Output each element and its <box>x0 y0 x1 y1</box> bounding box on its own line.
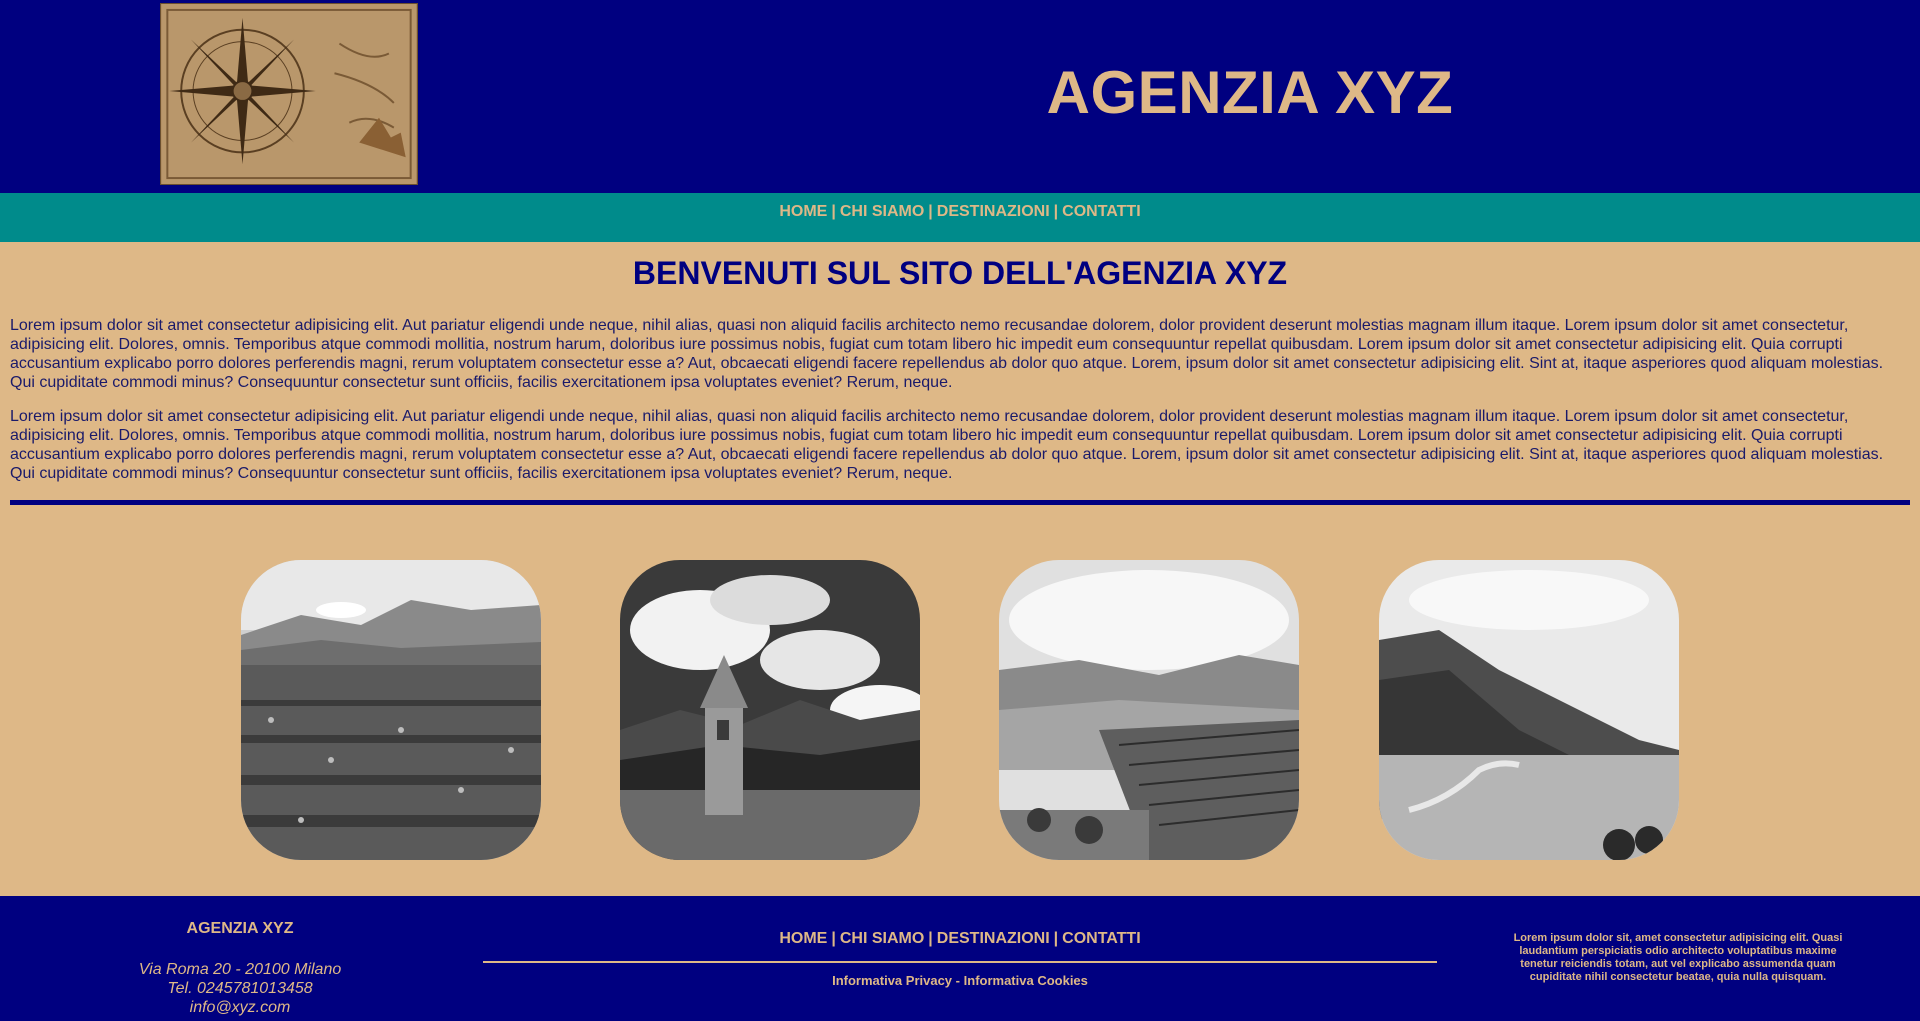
footer-nav-destinazioni[interactable]: DESTINAZIONI <box>937 930 1050 947</box>
nav-separator: | <box>1053 930 1059 947</box>
main-nav: HOME | CHI SIAMO | DESTINAZIONI | CONTATTI <box>0 193 1920 242</box>
footer-nav-home[interactable]: HOME <box>779 930 827 947</box>
intro-text: Lorem ipsum dolor sit amet consectetur a… <box>10 316 1910 498</box>
site-title: AGENZIA XYZ <box>1046 59 1454 126</box>
nav-item-home[interactable]: HOME <box>779 203 827 220</box>
footer-nav-contatti[interactable]: CONTATTI <box>1062 930 1141 947</box>
footer-legal: Informativa Privacy - Informativa Cookie… <box>483 973 1437 988</box>
nav-item-destinazioni[interactable]: DESTINAZIONI <box>937 203 1050 220</box>
paragraph: Lorem ipsum dolor sit amet consectetur a… <box>10 408 1884 482</box>
bell-tower-in-lake-photo[interactable] <box>620 560 920 860</box>
footer-nav-chi-siamo[interactable]: CHI SIAMO <box>840 930 924 947</box>
coastal-cove-photo[interactable] <box>1379 560 1679 860</box>
footer-address: Via Roma 20 - 20100 Milano <box>138 961 342 978</box>
nav-separator: | <box>928 203 933 220</box>
footer-contacts: AGENZIA XYZ Via Roma 20 - 20100 Milano T… <box>120 920 360 1017</box>
compass-rose-map-icon[interactable] <box>160 3 418 185</box>
nav-item-chi-siamo[interactable]: CHI SIAMO <box>840 203 924 220</box>
legal-separator: - <box>955 973 961 988</box>
footer-email[interactable]: info@xyz.com <box>120 998 360 1017</box>
footer-blurb: Lorem ipsum dolor sit, amet consectetur … <box>1513 932 1843 983</box>
footer-nav: HOME | CHI SIAMO | DESTINAZIONI | CONTATTI <box>483 930 1437 948</box>
footer-divider <box>483 961 1437 963</box>
divider <box>10 500 1910 505</box>
footer-links: HOME | CHI SIAMO | DESTINAZIONI | CONTATTI Inf… <box>483 930 1437 988</box>
site-header: AGENZIA XYZ <box>0 0 1920 193</box>
cookies-link[interactable]: Informativa Cookies <box>964 973 1088 988</box>
footer-phone: Tel. 0245781013458 <box>167 980 313 997</box>
site-footer: AGENZIA XYZ Via Roma 20 - 20100 Milano T… <box>0 896 1920 1021</box>
nav-separator: | <box>831 930 836 947</box>
nav-separator: | <box>1053 203 1059 220</box>
paragraph: Lorem ipsum dolor sit amet consectetur a… <box>10 317 1884 391</box>
nav-separator: | <box>928 930 933 947</box>
vineyard-hills-photo[interactable] <box>999 560 1299 860</box>
flower-field-mountains-photo[interactable] <box>241 560 541 860</box>
footer-brand: AGENZIA XYZ <box>186 920 294 937</box>
privacy-link[interactable]: Informativa Privacy <box>832 973 952 988</box>
nav-item-contatti[interactable]: CONTATTI <box>1062 203 1141 220</box>
destination-gallery <box>241 560 1679 860</box>
nav-links: HOME | CHI SIAMO | DESTINAZIONI | CONTATTI <box>779 203 1140 221</box>
page-title: BENVENUTI SUL SITO DELL'AGENZIA XYZ <box>632 255 1288 291</box>
nav-separator: | <box>831 203 836 220</box>
